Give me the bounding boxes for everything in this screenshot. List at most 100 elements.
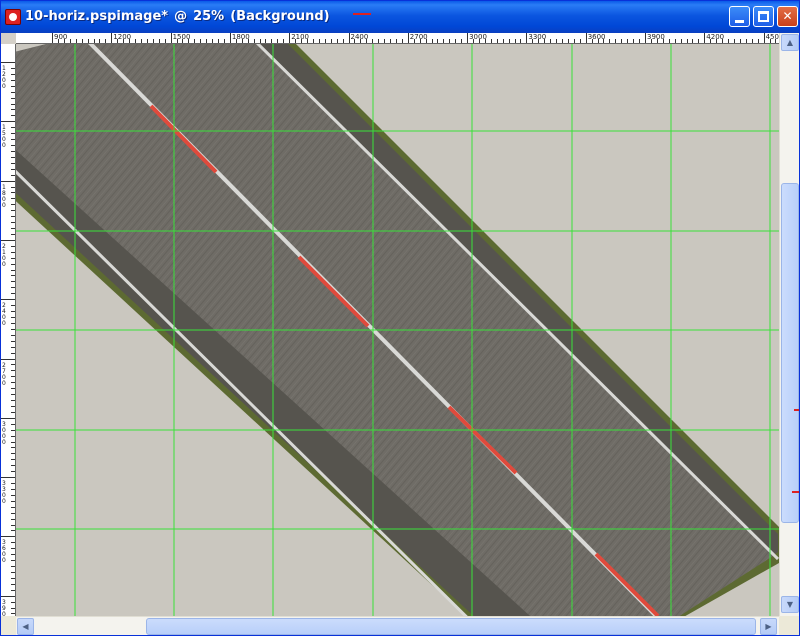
ruler-tick <box>11 340 15 342</box>
image-canvas[interactable] <box>16 44 779 616</box>
ruler-tick <box>11 115 15 117</box>
ruler-tick <box>11 518 15 520</box>
ruler-tick <box>11 139 15 141</box>
ruler-tick <box>11 192 15 194</box>
ruler-label: 2100 <box>291 33 310 41</box>
ruler-tick <box>11 67 15 69</box>
ruler-tick <box>1 358 15 360</box>
ruler-tick <box>1 477 15 479</box>
ruler-tick <box>11 571 15 573</box>
ruler-tick <box>627 39 629 43</box>
ruler-tick <box>1 180 15 182</box>
ruler-tick <box>11 376 15 378</box>
ruler-tick <box>11 287 15 289</box>
ruler-tick <box>11 483 15 485</box>
ruler-tick <box>407 33 409 43</box>
title-bar[interactable]: 10-horiz.pspimage* @25% (Background) ✕ <box>1 1 799 33</box>
ruler-label: 1500 <box>172 33 191 41</box>
vertical-ruler[interactable]: 1200 1500 1800 2100 2400 2700 3000 3300 3600 3900 <box>1 44 16 616</box>
ruler-tick <box>11 423 15 425</box>
ruler-tick <box>11 133 15 135</box>
ruler-tick <box>324 39 326 43</box>
image-window: 10-horiz.pspimage* @25% (Background) ✕ 900… <box>0 0 800 636</box>
ruler-tick <box>1 417 15 419</box>
ruler-tick <box>318 39 320 43</box>
vertical-scrollbar[interactable]: ▲ ▼ <box>779 33 799 616</box>
ruler-label: 3300 <box>528 33 547 41</box>
ruler-tick <box>11 394 15 396</box>
ruler-tick <box>11 204 15 206</box>
ruler-tick <box>11 216 15 218</box>
ruler-tick <box>348 33 350 43</box>
ruler-tick <box>11 601 15 603</box>
close-icon: ✕ <box>782 9 793 23</box>
arrow-up-icon: ▲ <box>786 38 794 47</box>
ruler-tick <box>194 39 196 43</box>
ruler-tick <box>11 560 15 562</box>
ruler-tick <box>1 62 15 63</box>
window-title: 10-horiz.pspimage* @25% (Background) <box>25 9 336 24</box>
ruler-tick <box>609 39 611 43</box>
ruler-tick <box>11 162 15 164</box>
horizontal-scroll-thumb[interactable] <box>146 618 756 635</box>
ruler-tick <box>11 174 15 176</box>
ruler-label: 3300 <box>2 480 6 506</box>
ruler-tick <box>342 39 344 43</box>
arrow-left-icon: ◀ <box>22 622 29 631</box>
ruler-tick <box>674 39 676 43</box>
maximize-button[interactable] <box>753 6 774 27</box>
ruler-tick <box>11 530 15 532</box>
ruler-tick <box>449 39 451 43</box>
ruler-tick <box>621 39 623 43</box>
ruler-tick <box>11 512 15 514</box>
resize-grip[interactable] <box>779 616 799 635</box>
ruler-label: 3600 <box>587 33 606 41</box>
ruler-tick <box>11 322 15 324</box>
ruler-tick <box>579 39 581 43</box>
ruler-label: 2100 <box>2 242 6 268</box>
ruler-tick <box>698 39 700 43</box>
ruler-tick <box>384 39 386 43</box>
ruler-tick <box>11 150 15 152</box>
ruler-tick <box>1 299 15 301</box>
ruler-tick <box>11 186 15 188</box>
ruler-tick <box>140 39 142 43</box>
ruler-tick <box>11 388 15 390</box>
scroll-left-button[interactable]: ◀ <box>17 618 34 635</box>
ruler-label: 3000 <box>469 33 487 41</box>
ruler-tick <box>11 334 15 336</box>
scroll-up-button[interactable]: ▲ <box>781 34 799 51</box>
ruler-tick <box>283 39 285 43</box>
close-button[interactable]: ✕ <box>777 6 798 27</box>
ruler-tick <box>437 39 439 43</box>
scroll-down-button[interactable]: ▼ <box>781 596 799 613</box>
ruler-tick <box>11 506 15 508</box>
ruler-tick <box>11 97 15 99</box>
ruler-tick <box>11 441 15 443</box>
arrow-right-icon: ▶ <box>765 622 772 631</box>
minimize-button[interactable] <box>729 6 750 27</box>
ruler-tick <box>11 352 15 354</box>
ruler-tick <box>11 127 15 129</box>
ruler-tick <box>733 39 735 43</box>
ruler-tick <box>561 39 563 43</box>
ruler-tick <box>223 39 225 43</box>
ruler-tick <box>1 536 15 538</box>
ruler-label: 900 <box>54 33 68 41</box>
horizontal-ruler[interactable]: 900 1200 1500 1800 2100 2400 2700 3000 3300 3600 3… <box>16 33 779 44</box>
app-icon[interactable] <box>5 9 21 25</box>
ruler-label: 2700 <box>2 361 6 387</box>
ruler-tick <box>728 39 730 43</box>
ruler-tick <box>11 328 15 330</box>
ruler-tick <box>259 39 261 43</box>
vertical-scroll-thumb[interactable] <box>781 183 799 523</box>
file-name: 10-horiz.pspimage* <box>25 9 169 24</box>
horizontal-scrollbar[interactable]: ◀ ▶ <box>16 616 779 635</box>
ruler-tick <box>502 39 504 43</box>
scroll-right-button[interactable]: ▶ <box>760 618 777 635</box>
ruler-tick <box>11 370 15 372</box>
ruler-tick <box>390 39 391 43</box>
ruler-label: 2700 <box>409 33 428 41</box>
ruler-tick <box>330 39 332 43</box>
ruler-tick <box>111 33 113 43</box>
